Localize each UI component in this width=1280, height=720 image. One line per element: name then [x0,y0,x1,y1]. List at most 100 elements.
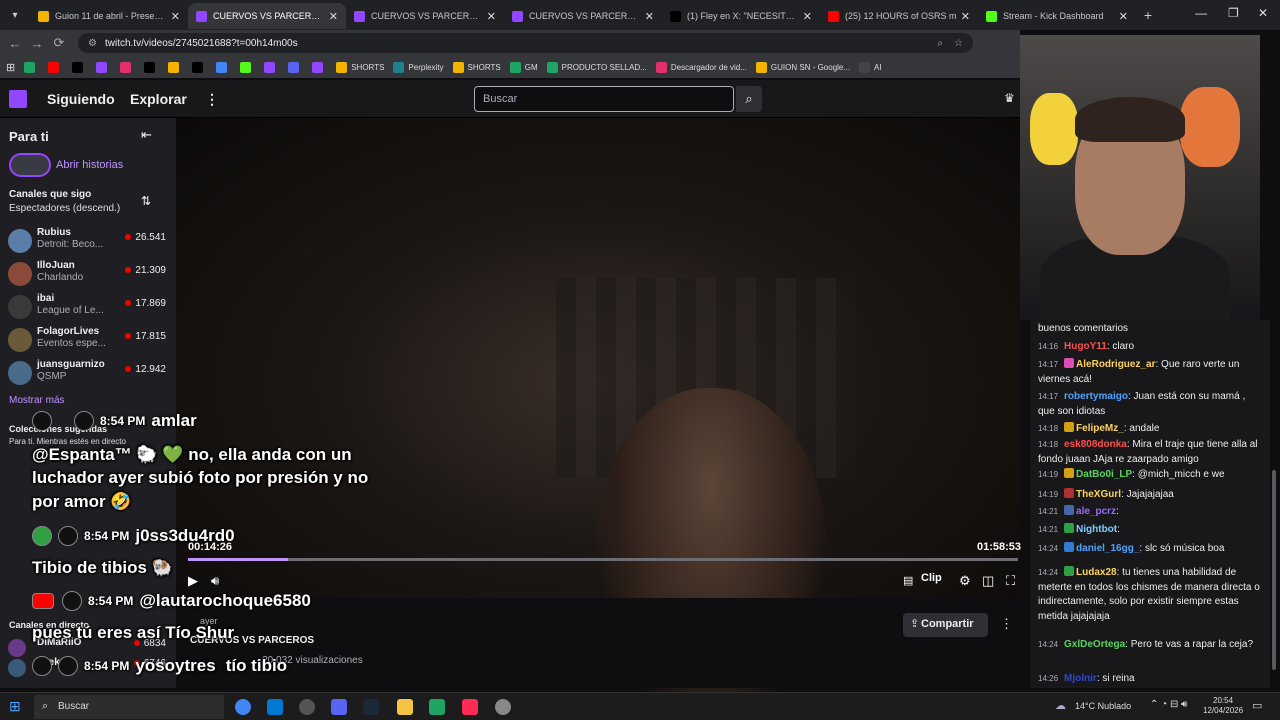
chat-username[interactable]: ale_pcrz [1076,506,1116,517]
search-icon[interactable]: ⌕ [736,86,762,112]
chat-username[interactable]: HugoY11 [1064,341,1107,352]
followed-channel[interactable]: ibai League of Le... 17.869 [6,292,166,324]
chat-username[interactable]: FelipeMz_ [1076,423,1124,434]
sort-icon[interactable]: ⇅ [141,194,151,208]
chat-username[interactable]: AleRodriguez_ar [1076,359,1155,370]
clip-button[interactable]: Clip [921,572,942,584]
bookmark-item[interactable]: SHORTS [452,61,501,73]
seek-bar[interactable] [188,558,1018,561]
url-field[interactable]: ⚙ twitch.tv/videos/2745021688?t=00h14m00… [78,33,973,53]
bookmark-item[interactable] [144,61,159,73]
settings-gear-icon[interactable]: ⚙ [959,573,971,589]
bookmark-item[interactable]: Perplexity [393,61,444,73]
forward-icon[interactable]: → [26,36,48,51]
chat-username[interactable]: Mjolnir [1064,673,1097,684]
chrome-icon[interactable] [235,699,251,715]
theatre-mode-icon[interactable]: ◫ [982,573,994,589]
bookmark-item[interactable] [216,61,231,73]
fullscreen-icon[interactable]: ⛶ [1006,573,1015,589]
chat-username[interactable]: TheXGurl [1076,489,1121,500]
more-options-icon[interactable]: ⋮ [1000,616,1013,632]
bookmark-item[interactable] [72,61,87,73]
video-player[interactable] [176,118,1020,718]
live-channel[interactable]: knekro 6746 [6,656,166,677]
close-window-icon[interactable]: ✕ [1258,6,1268,20]
tab-close-icon[interactable]: ✕ [329,10,338,23]
chat-username[interactable]: Nightbot [1076,524,1117,535]
bookmark-item[interactable] [192,61,207,73]
search-input[interactable]: Buscar [474,86,734,112]
steam-icon[interactable] [363,699,379,715]
weather-text[interactable]: 14°C Nublado [1075,701,1131,711]
back-icon[interactable]: ← [4,36,26,51]
apps-grid-icon[interactable]: ⊞ [6,61,15,74]
site-info-icon[interactable]: ⚙ [88,38,97,49]
windows-start-icon[interactable]: ⊞ [9,698,21,715]
browser-tab[interactable]: CUERVOS VS PARCEROS - ✕ [504,3,662,29]
folder-icon[interactable] [397,699,413,715]
minimize-icon[interactable]: — [1195,6,1207,20]
chat-username[interactable]: esk808donka [1064,439,1127,450]
bookmark-item[interactable] [48,61,63,73]
tab-close-icon[interactable]: ✕ [961,10,970,23]
bookmark-item[interactable] [240,61,255,73]
browser-tab[interactable]: CUERVOS VS PARCEROS - Twitch ✕ [188,3,346,29]
bookmark-item[interactable] [288,61,303,73]
browser-tab[interactable]: (25) 12 HOURS of OSRS m ✕ [820,3,978,29]
obs-icon[interactable] [299,699,315,715]
taskbar-search[interactable]: Buscar [34,695,224,719]
show-more-link[interactable]: Mostrar más [9,395,65,406]
browser-tab[interactable]: CUERVOS VS PARCEROS - Twitch ✕ [346,3,504,29]
new-tab-button[interactable]: + [1136,7,1160,23]
bookmark-item[interactable] [312,61,327,73]
browser-tab[interactable]: Stream - Kick Dashboard ✕ [978,3,1136,29]
chat-scrollbar[interactable] [1272,470,1276,670]
stories-avatars[interactable] [9,153,51,177]
bookmark-item[interactable] [168,61,183,73]
tab-close-icon[interactable]: ✕ [645,10,654,23]
nav-explore[interactable]: Explorar [130,91,187,107]
nav-more-icon[interactable]: ⋮ [205,91,219,108]
bookmark-star-icon[interactable]: ☆ [954,38,963,49]
followed-channel[interactable]: Rubius Detroit: Beco... 26.541 [6,226,166,258]
bookmark-item[interactable]: GM [509,61,538,73]
play-icon[interactable]: ▶ [188,573,198,589]
collapse-sidebar-icon[interactable]: ⇤ [141,127,152,143]
bookmark-item[interactable] [120,61,135,73]
bookmark-item[interactable]: Descargador de vid... [655,61,747,73]
followed-channel[interactable]: IlloJuan Charlando 21.309 [6,259,166,291]
system-clock[interactable]: 20:54 12/04/2026 [1203,696,1243,716]
bookmark-item[interactable] [96,61,111,73]
tiktok-app-icon[interactable] [462,699,478,715]
tab-close-icon[interactable]: ✕ [487,10,496,23]
maximize-icon[interactable]: ❐ [1228,6,1239,20]
bookmark-item[interactable] [24,61,39,73]
bookmark-item[interactable] [264,61,279,73]
nav-following[interactable]: Siguiendo [47,91,115,107]
notification-icon[interactable]: ▭ [1252,699,1262,712]
followed-channel[interactable]: FolagorLives Eventos espe... 17.815 [6,325,166,357]
tray-icons[interactable]: ⌃ ◔ ⊟ 🔊︎ [1150,699,1187,710]
outlook-icon[interactable] [267,699,283,715]
tab-close-icon[interactable]: ✕ [171,10,180,23]
followed-channel[interactable]: juansguarnizo QSMP 12.942 [6,358,166,390]
chat-username[interactable]: daniel_16gg_ [1076,543,1139,554]
shield-icon[interactable] [495,699,511,715]
chat-username[interactable]: Ludax28 [1076,567,1117,578]
bookmark-item[interactable]: SHORTS [336,61,384,73]
app-icon[interactable] [429,699,445,715]
bookmark-item[interactable]: PRODUCTO SELLAD... [546,61,647,73]
browser-tab[interactable]: (1) Fley en X: "NECESITO AY ✕ [662,3,820,29]
discord-icon[interactable] [331,699,347,715]
browser-tab[interactable]: Guion 11 de abril - Presentación ✕ [30,3,188,29]
bookmark-item[interactable]: AI [859,61,882,73]
volume-icon[interactable]: 🔊︎ [211,573,219,589]
chat-username[interactable]: robertymaigo [1064,391,1128,402]
chat-username[interactable]: DatBo0i_LP [1076,469,1132,480]
prime-crown-icon[interactable]: ♛ [1004,91,1015,105]
tab-close-icon[interactable]: ✕ [803,10,812,23]
zoom-icon[interactable]: ⌕ [937,38,943,49]
open-stories-link[interactable]: Abrir historias [56,159,123,171]
tab-actions-icon[interactable]: ▾ [0,10,30,21]
tab-close-icon[interactable]: ✕ [1119,10,1128,23]
